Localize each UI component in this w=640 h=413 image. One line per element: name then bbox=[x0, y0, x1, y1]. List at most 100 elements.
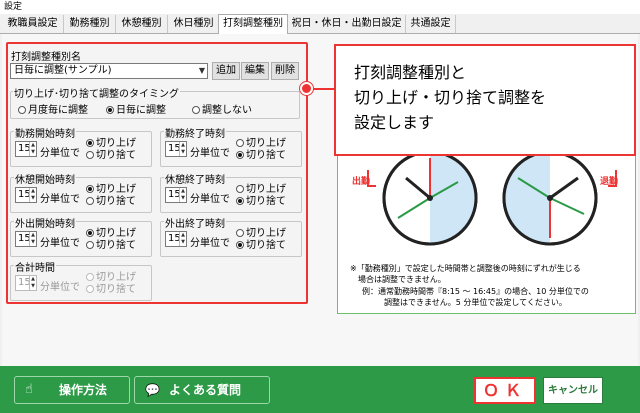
callout-line: 設定します bbox=[354, 113, 435, 132]
radio-icon bbox=[236, 151, 244, 159]
minutes-stepper-work-start[interactable]: 15 ▲ ▼ bbox=[15, 141, 37, 157]
radio-icon bbox=[192, 106, 200, 114]
round-down-option-work-end[interactable]: 切り捨て bbox=[236, 150, 286, 162]
radio-icon bbox=[236, 229, 244, 237]
group-title-break-end: 休憩終了時刻 bbox=[164, 171, 226, 186]
note-text: 例：通常勤務時間帯『8:15 ～ 16:45』の場合、10 分単位での bbox=[362, 287, 589, 296]
radio-icon bbox=[86, 273, 94, 281]
timing-option-none[interactable]: 調整しない bbox=[192, 101, 252, 116]
callout-line: 切り上げ・切り捨て調整を bbox=[354, 88, 547, 107]
label-clock-in: 出勤 bbox=[352, 177, 371, 187]
minutes-stepper-out-end[interactable]: 15 ▲ ▼ bbox=[165, 231, 187, 247]
type-select[interactable]: 日毎に調整(サンプル) ▼ bbox=[10, 63, 208, 79]
label-clock-out: 退勤 bbox=[600, 177, 619, 187]
howto-button[interactable]: ☝ 操作方法 bbox=[14, 376, 130, 404]
radio-icon bbox=[86, 241, 94, 249]
group-title-out-start: 外出開始時刻 bbox=[14, 215, 76, 230]
tab-bar: 教職員設定 勤務種別 休憩種別 休日種別 打刻調整種別 祝日・休日・出勤日設定 … bbox=[0, 14, 640, 35]
timing-option-daily[interactable]: 日毎に調整 bbox=[106, 101, 166, 116]
tab-common-settings[interactable]: 共通設定 bbox=[406, 15, 456, 33]
callout-line: 打刻調整種別と bbox=[354, 63, 467, 82]
unit-label: 分単位で bbox=[190, 238, 230, 249]
radio-icon bbox=[86, 139, 94, 147]
group-title-break-start: 休憩開始時刻 bbox=[14, 171, 76, 186]
minutes-stepper-total[interactable]: 15 ▲ ▼ bbox=[15, 275, 37, 291]
minutes-stepper-out-start[interactable]: 15 ▲ ▼ bbox=[15, 231, 37, 247]
minutes-stepper-break-end[interactable]: 15 ▲ ▼ bbox=[165, 187, 187, 203]
radio-icon bbox=[86, 197, 94, 205]
unit-label: 分単位で bbox=[40, 282, 80, 293]
group-title-out-end: 外出終了時刻 bbox=[164, 215, 226, 230]
round-up-option-out-end[interactable]: 切り上げ bbox=[236, 228, 286, 240]
clock-in-icon bbox=[382, 156, 478, 246]
group-title-work-end: 勤務終了時刻 bbox=[164, 125, 226, 140]
window-title: 設定 bbox=[0, 0, 640, 14]
note-text: 調整はできません。5 分単位で設定してください。 bbox=[384, 298, 567, 307]
speech-bubble-icon: 💬 bbox=[145, 383, 160, 397]
round-up-option-out-start[interactable]: 切り上げ bbox=[86, 228, 136, 240]
tab-staff-settings[interactable]: 教職員設定 bbox=[2, 15, 64, 33]
note-text: 場合は調整できません。 bbox=[358, 275, 446, 284]
round-up-option-total[interactable]: 切り上げ bbox=[86, 272, 136, 284]
radio-icon bbox=[86, 151, 94, 159]
footer-bar: ☝ 操作方法 💬 よくある質問 ＯＫ キャンセル bbox=[0, 366, 640, 413]
callout-dot bbox=[300, 82, 313, 95]
radio-icon bbox=[236, 197, 244, 205]
round-up-option-break-start[interactable]: 切り上げ bbox=[86, 184, 136, 196]
note-text: ※「勤務種別」で設定した時間帯と調整後の時刻にずれが生じる bbox=[350, 264, 581, 273]
round-down-option-break-start[interactable]: 切り捨て bbox=[86, 196, 136, 208]
stepper-arrows-icon: ▲ ▼ bbox=[179, 232, 186, 246]
radio-icon bbox=[86, 185, 94, 193]
tab-holiday-workday[interactable]: 祝日・休日・出勤日設定 bbox=[288, 15, 406, 33]
radio-icon bbox=[236, 241, 244, 249]
unit-label: 分単位で bbox=[190, 194, 230, 205]
tab-work-type[interactable]: 勤務種別 bbox=[64, 15, 116, 33]
chevron-down-icon: ▼ bbox=[198, 66, 205, 75]
callout-box: 打刻調整種別と 切り上げ・切り捨て調整を 設定します bbox=[334, 44, 636, 156]
minutes-stepper-break-start[interactable]: 15 ▲ ▼ bbox=[15, 187, 37, 203]
unit-label: 分単位で bbox=[190, 148, 230, 159]
timing-option-monthly[interactable]: 月度毎に調整 bbox=[18, 101, 88, 116]
round-down-option-work-start[interactable]: 切り捨て bbox=[86, 150, 136, 162]
minutes-stepper-work-end[interactable]: 15 ▲ ▼ bbox=[165, 141, 187, 157]
group-title-work-start: 勤務開始時刻 bbox=[14, 125, 76, 140]
clock-illustration bbox=[367, 156, 617, 246]
round-up-option-work-end[interactable]: 切り上げ bbox=[236, 138, 286, 150]
ok-button[interactable]: ＯＫ bbox=[474, 377, 536, 404]
stepper-arrows-icon: ▲ ▼ bbox=[179, 188, 186, 202]
stepper-arrows-icon: ▲ ▼ bbox=[29, 142, 36, 156]
type-select-value: 日毎に調整(サンプル) bbox=[14, 65, 112, 76]
round-down-option-total[interactable]: 切り捨て bbox=[86, 284, 136, 296]
round-up-option-work-start[interactable]: 切り上げ bbox=[86, 138, 136, 150]
unit-label: 分単位で bbox=[40, 194, 80, 205]
edit-button[interactable]: 編集 bbox=[241, 62, 269, 80]
hand-pointer-icon: ☝ bbox=[25, 382, 33, 397]
round-up-option-break-end[interactable]: 切り上げ bbox=[236, 184, 286, 196]
stepper-arrows-icon: ▲ ▼ bbox=[29, 188, 36, 202]
radio-icon bbox=[236, 139, 244, 147]
round-down-option-out-start[interactable]: 切り捨て bbox=[86, 240, 136, 252]
radio-icon bbox=[18, 106, 26, 114]
type-name-label: 打刻調整種別名 bbox=[11, 52, 81, 63]
tab-break-type[interactable]: 休憩種別 bbox=[116, 15, 168, 33]
timing-group-title: 切り上げ･切り捨て調整のタイミング bbox=[13, 85, 180, 100]
stepper-arrows-icon: ▲ ▼ bbox=[29, 276, 36, 290]
radio-icon bbox=[86, 285, 94, 293]
clock-out-icon bbox=[502, 156, 598, 246]
unit-label: 分単位で bbox=[40, 148, 80, 159]
round-down-option-out-end[interactable]: 切り捨て bbox=[236, 240, 286, 252]
stepper-arrows-icon: ▲ ▼ bbox=[179, 142, 186, 156]
tab-stamp-adjust-type[interactable]: 打刻調整種別 bbox=[218, 14, 288, 35]
round-down-option-break-end[interactable]: 切り捨て bbox=[236, 196, 286, 208]
radio-icon bbox=[236, 185, 244, 193]
add-button[interactable]: 追加 bbox=[212, 62, 240, 80]
delete-button[interactable]: 削除 bbox=[271, 62, 299, 80]
cancel-button[interactable]: キャンセル bbox=[543, 377, 603, 404]
radio-selected-icon bbox=[106, 106, 114, 114]
radio-icon bbox=[86, 229, 94, 237]
faq-button[interactable]: 💬 よくある質問 bbox=[134, 376, 270, 404]
unit-label: 分単位で bbox=[40, 238, 80, 249]
tab-holiday-type[interactable]: 休日種別 bbox=[168, 15, 220, 33]
stepper-arrows-icon: ▲ ▼ bbox=[29, 232, 36, 246]
group-title-total: 合計時間 bbox=[14, 259, 56, 274]
